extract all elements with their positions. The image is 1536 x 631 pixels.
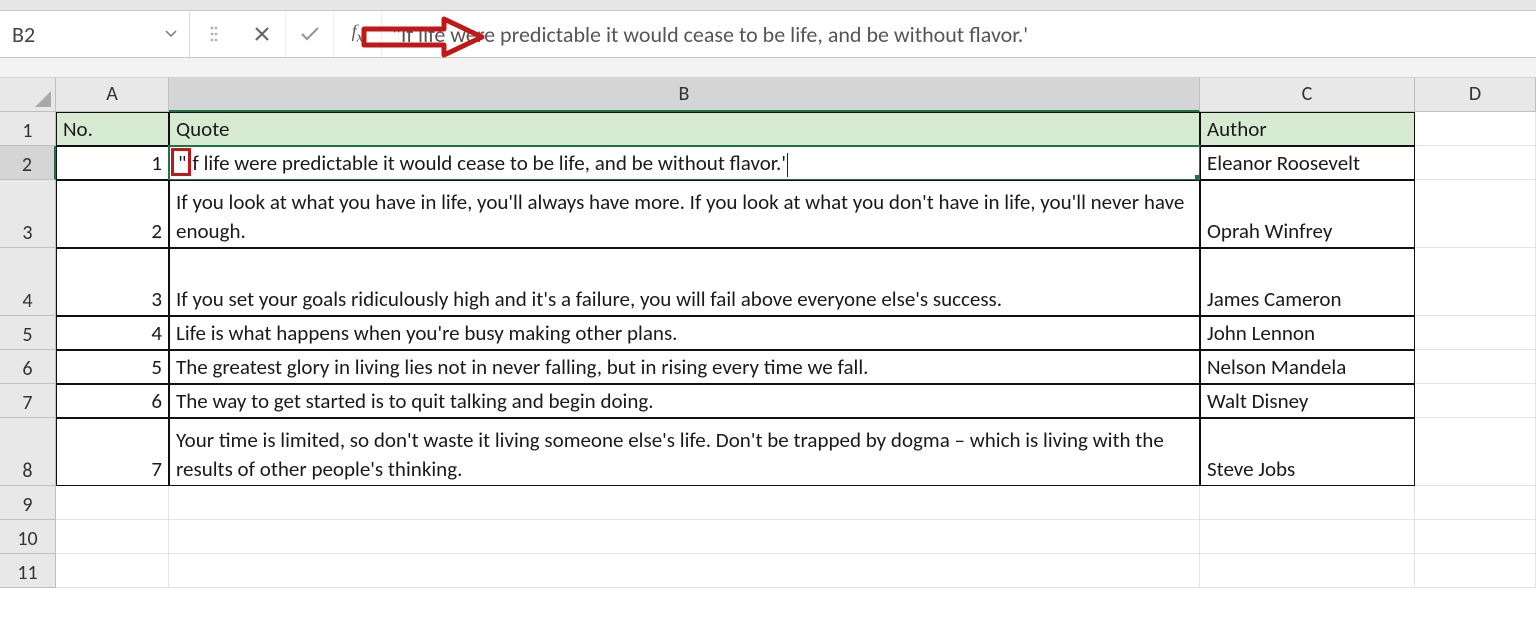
cell-A1[interactable]: No. [56, 112, 169, 146]
row-head-4[interactable]: 4 [0, 248, 56, 316]
row-head-10[interactable]: 10 [0, 520, 56, 554]
cell-C11[interactable] [1200, 554, 1415, 588]
cell-C7[interactable]: Walt Disney [1200, 384, 1415, 418]
formula-bar-grip-icon [190, 11, 238, 57]
cell-B2-text: f life were predictable it would cease t… [192, 149, 786, 177]
cell-D5[interactable] [1415, 316, 1536, 350]
col-head-C[interactable]: C [1200, 78, 1415, 112]
formula-text: "If life were predictable it would cease… [392, 21, 1028, 48]
cell-D1[interactable] [1415, 112, 1536, 146]
name-box-dropdown-icon[interactable] [161, 24, 181, 44]
formula-input[interactable]: "If life were predictable it would cease… [382, 11, 1536, 57]
insert-function-button[interactable]: fx [334, 11, 382, 57]
row-head-3[interactable]: 3 [0, 180, 56, 248]
col-head-A[interactable]: A [56, 78, 169, 112]
window-top-strip [0, 0, 1536, 10]
formula-bar: B2 fx "If life were predictable it would… [0, 10, 1536, 58]
cell-B9[interactable] [169, 486, 1200, 520]
confirm-edit-button[interactable] [286, 11, 334, 57]
cell-C6[interactable]: Nelson Mandela [1200, 350, 1415, 384]
col-head-D[interactable]: D [1415, 78, 1536, 112]
cell-A7[interactable]: 6 [56, 384, 169, 418]
cell-D7[interactable] [1415, 384, 1536, 418]
cell-A9[interactable] [56, 486, 169, 520]
cell-B11[interactable] [169, 554, 1200, 588]
name-box-container: B2 [0, 11, 190, 57]
cell-A11[interactable] [56, 554, 169, 588]
cell-D10[interactable] [1415, 520, 1536, 554]
cell-D4[interactable] [1415, 248, 1536, 316]
cell-C2[interactable]: Eleanor Roosevelt [1200, 146, 1415, 180]
cell-B6[interactable]: The greatest glory in living lies not in… [169, 350, 1200, 384]
name-box[interactable]: B2 [12, 21, 161, 48]
cell-B7[interactable]: The way to get started is to quit talkin… [169, 384, 1200, 418]
cell-B4[interactable]: If you set your goals ridiculously high … [169, 248, 1200, 316]
cell-B10[interactable] [169, 520, 1200, 554]
cell-C4[interactable]: James Cameron [1200, 248, 1415, 316]
fx-icon: fx [352, 21, 364, 47]
cell-C5[interactable]: John Lennon [1200, 316, 1415, 350]
cell-A8[interactable]: 7 [56, 418, 169, 486]
cell-B2[interactable]: " f life were predictable it would cease… [169, 146, 1200, 180]
row-head-7[interactable]: 7 [0, 384, 56, 418]
cell-B8[interactable]: Your time is limited, so don't waste it … [169, 418, 1200, 486]
text-caret [787, 153, 788, 177]
cell-A6[interactable]: 5 [56, 350, 169, 384]
cell-A3[interactable]: 2 [56, 180, 169, 248]
cell-A5[interactable]: 4 [56, 316, 169, 350]
cell-A4[interactable]: 3 [56, 248, 169, 316]
cell-C10[interactable] [1200, 520, 1415, 554]
select-all-corner[interactable] [0, 78, 56, 112]
row-head-2[interactable]: 2 [0, 146, 56, 180]
cancel-edit-button[interactable] [238, 11, 286, 57]
row-head-11[interactable]: 11 [0, 554, 56, 588]
row-head-6[interactable]: 6 [0, 350, 56, 384]
cell-C3[interactable]: Oprah Winfrey [1200, 180, 1415, 248]
header-gap [0, 58, 1536, 78]
cell-C8[interactable]: Steve Jobs [1200, 418, 1415, 486]
spreadsheet-grid: A B C D 1 No. Quote Author 2 1 " f life … [0, 78, 1536, 588]
cell-D8[interactable] [1415, 418, 1536, 486]
col-head-B[interactable]: B [169, 78, 1200, 112]
cell-D11[interactable] [1415, 554, 1536, 588]
row-head-5[interactable]: 5 [0, 316, 56, 350]
cell-C9[interactable] [1200, 486, 1415, 520]
cell-B1[interactable]: Quote [169, 112, 1200, 146]
cell-D2[interactable] [1415, 146, 1536, 180]
cell-A10[interactable] [56, 520, 169, 554]
cell-B3[interactable]: If you look at what you have in life, yo… [169, 180, 1200, 248]
cell-D6[interactable] [1415, 350, 1536, 384]
cell-D3[interactable] [1415, 180, 1536, 248]
cell-C1[interactable]: Author [1200, 112, 1415, 146]
row-head-9[interactable]: 9 [0, 486, 56, 520]
row-head-1[interactable]: 1 [0, 112, 56, 146]
cell-A2[interactable]: 1 [56, 146, 169, 180]
cell-B5[interactable]: Life is what happens when you're busy ma… [169, 316, 1200, 350]
row-head-8[interactable]: 8 [0, 418, 56, 486]
cell-D9[interactable] [1415, 486, 1536, 520]
cell-B2-prefix: " [176, 149, 192, 177]
